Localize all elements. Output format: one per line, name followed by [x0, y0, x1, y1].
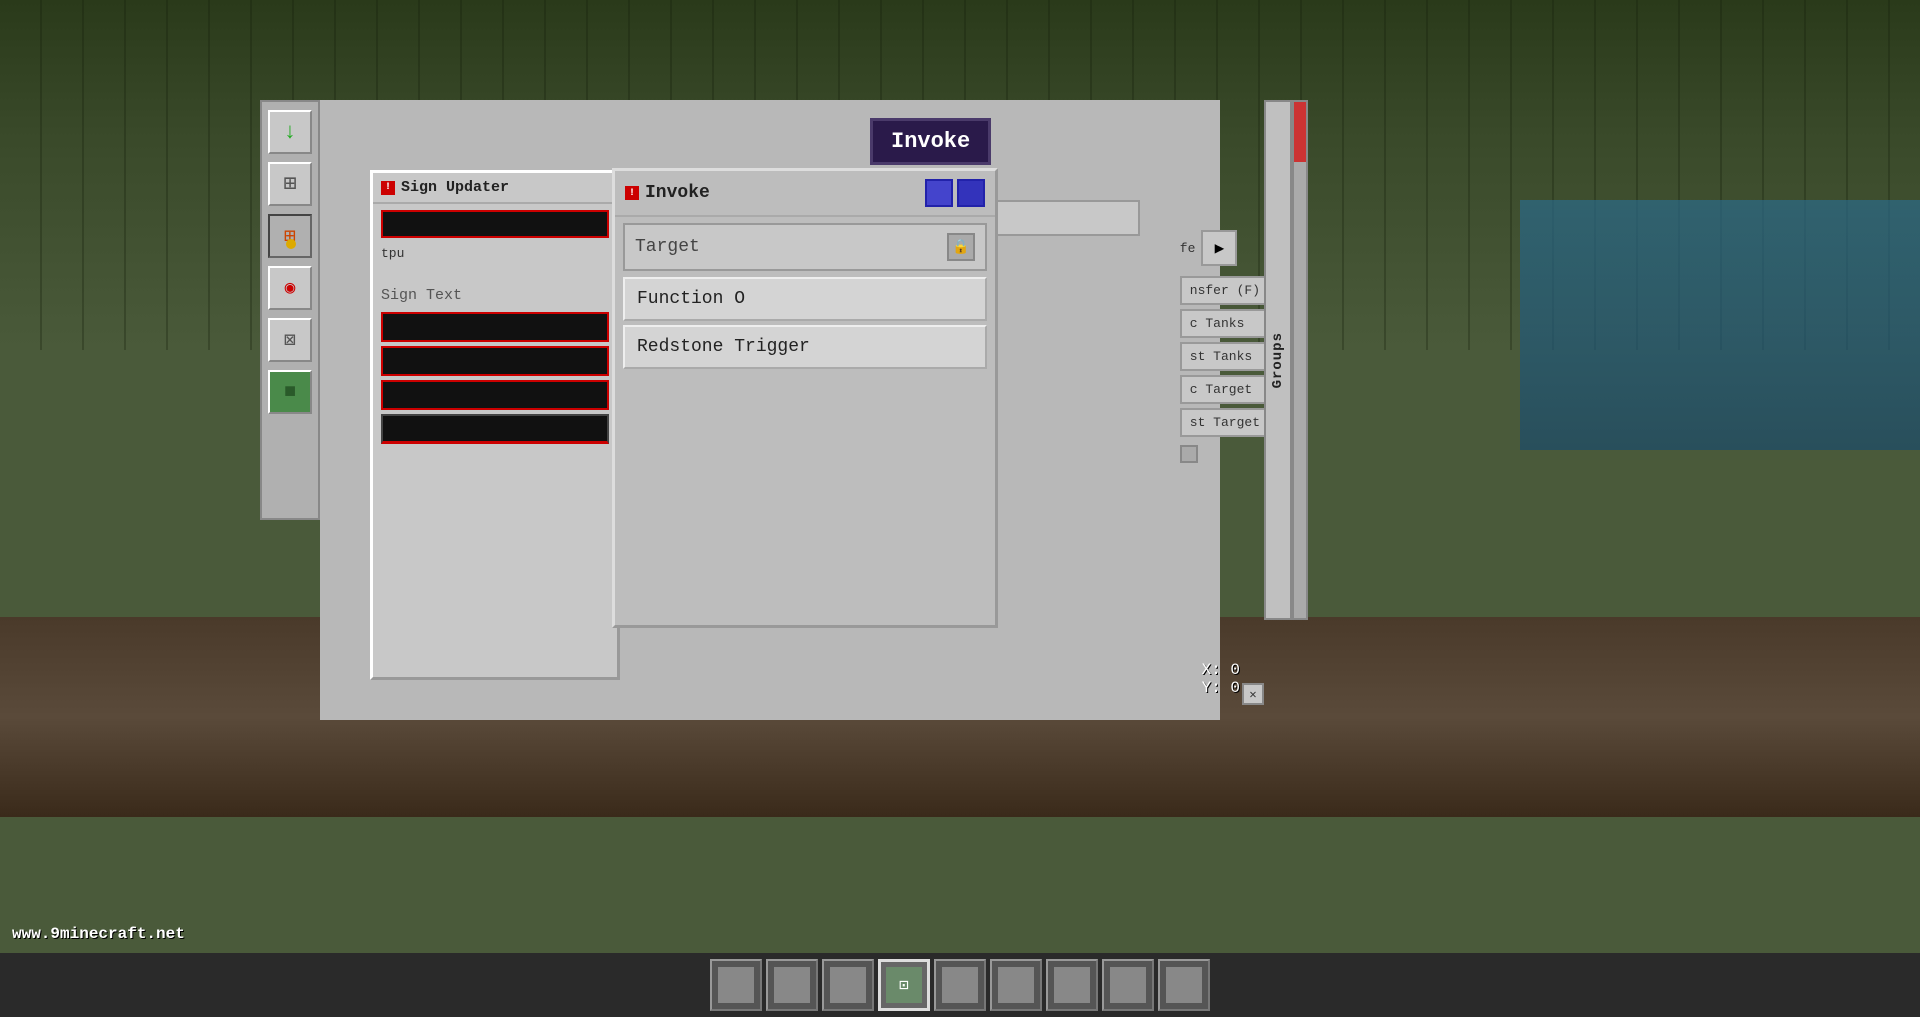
signal-icon: ◉ [285, 277, 296, 299]
taskbar-item-7 [1054, 967, 1090, 1003]
c-tanks-label: c Tanks [1180, 309, 1270, 338]
taskbar-slot-2[interactable] [766, 959, 818, 1011]
sign-updater-panel: ! Sign Updater tpu Sign Text [370, 170, 620, 680]
nsfer-f-label: nsfer (F) [1180, 276, 1270, 305]
sidebar-btn-download[interactable]: ↓ [268, 110, 312, 154]
grid-error-icon: ⊞ [284, 223, 296, 249]
taskbar-slot-5[interactable] [934, 959, 986, 1011]
sign-text-input-3[interactable] [381, 380, 609, 410]
taskbar-item-5 [942, 967, 978, 1003]
taskbar-slot-3[interactable] [822, 959, 874, 1011]
taskbar: ⊡ [0, 953, 1920, 1017]
invoke-btn-1[interactable] [925, 179, 953, 207]
connect-icon: ⊠ [284, 327, 296, 353]
left-sidebar: ↓ ⊞ ⊞ ◉ ⊠ ■ [260, 100, 320, 520]
st-target-label: st Target [1180, 408, 1270, 437]
output-label: tpu [373, 244, 617, 263]
taskbar-item-3 [830, 967, 866, 1003]
invoke-error-icon: ! [625, 186, 639, 200]
sign-text-input-2[interactable] [381, 346, 609, 376]
sign-updater-input-1[interactable] [381, 210, 609, 238]
invoke-header-buttons [925, 179, 985, 207]
sign-updater-error-icon: ! [381, 181, 395, 195]
bg-water [1520, 200, 1920, 450]
play-button[interactable]: ▶ [1201, 230, 1237, 266]
grid-icon: ⊞ [283, 171, 296, 197]
sign-updater-title: Sign Updater [401, 179, 509, 196]
groups-label: Groups [1270, 332, 1286, 388]
play-button-row: fe ▶ [1180, 230, 1270, 266]
dropdown-item-function-label: Function O [637, 289, 745, 309]
sidebar-btn-grid-error[interactable]: ⊞ [268, 214, 312, 258]
right-panel: fe ▶ nsfer (F) c Tanks st Tanks c Target… [1180, 230, 1270, 463]
dropdown-item-function[interactable]: Function O [623, 277, 987, 321]
dropdown-item-redstone[interactable]: Redstone Trigger [623, 325, 987, 369]
watermark: www.9minecraft.net [12, 925, 185, 943]
taskbar-slot-6[interactable] [990, 959, 1042, 1011]
sign-updater-header: ! Sign Updater [373, 173, 617, 204]
taskbar-slot-7[interactable] [1046, 959, 1098, 1011]
scrollbar-thumb [1294, 102, 1306, 162]
x-coord: X: 0 [1202, 661, 1240, 679]
sidebar-btn-signal[interactable]: ◉ [268, 266, 312, 310]
groups-scrollbar[interactable] [1292, 100, 1308, 620]
sidebar-btn-connect[interactable]: ⊠ [268, 318, 312, 362]
coordinates: X: 0 Y: 0 [1202, 661, 1240, 697]
sign-text-label: Sign Text [381, 283, 609, 308]
taskbar-slot-1[interactable] [710, 959, 762, 1011]
taskbar-slot-9[interactable] [1158, 959, 1210, 1011]
taskbar-item-4: ⊡ [886, 967, 922, 1003]
invoke-header: ! Invoke [615, 171, 995, 217]
sign-text-section: Sign Text [373, 283, 617, 444]
taskbar-item-1 [718, 967, 754, 1003]
taskbar-item-8 [1110, 967, 1146, 1003]
taskbar-slot-8[interactable] [1102, 959, 1154, 1011]
download-icon: ↓ [283, 120, 296, 145]
invoke-title: Invoke [645, 183, 710, 203]
sidebar-btn-block[interactable]: ■ [268, 370, 312, 414]
taskbar-item-9 [1166, 967, 1202, 1003]
lock-icon[interactable]: 🔒 [947, 233, 975, 261]
sign-text-input-1[interactable] [381, 312, 609, 342]
taskbar-item-6 [998, 967, 1034, 1003]
taskbar-item-2 [774, 967, 810, 1003]
y-coord: Y: 0 [1202, 679, 1240, 697]
sign-text-input-4[interactable] [381, 414, 609, 444]
lock-symbol: 🔒 [952, 239, 969, 256]
invoke-panel: ! Invoke Target 🔒 Function O Redstone Tr… [612, 168, 998, 628]
st-tanks-label: st Tanks [1180, 342, 1270, 371]
invoke-tooltip: Invoke [870, 118, 991, 165]
dropdown-item-redstone-label: Redstone Trigger [637, 337, 810, 357]
invoke-btn-2[interactable] [957, 179, 985, 207]
close-button[interactable]: ✕ [1242, 683, 1264, 705]
target-text: Target [635, 237, 700, 257]
target-bar: Target 🔒 [623, 223, 987, 271]
right-node[interactable] [1180, 445, 1198, 463]
block-icon: ■ [284, 381, 296, 404]
groups-panel: Groups [1264, 100, 1292, 620]
fe-label: fe [1180, 241, 1196, 256]
sidebar-btn-grid[interactable]: ⊞ [268, 162, 312, 206]
c-target-label: c Target [1180, 375, 1270, 404]
taskbar-slot-4[interactable]: ⊡ [878, 959, 930, 1011]
